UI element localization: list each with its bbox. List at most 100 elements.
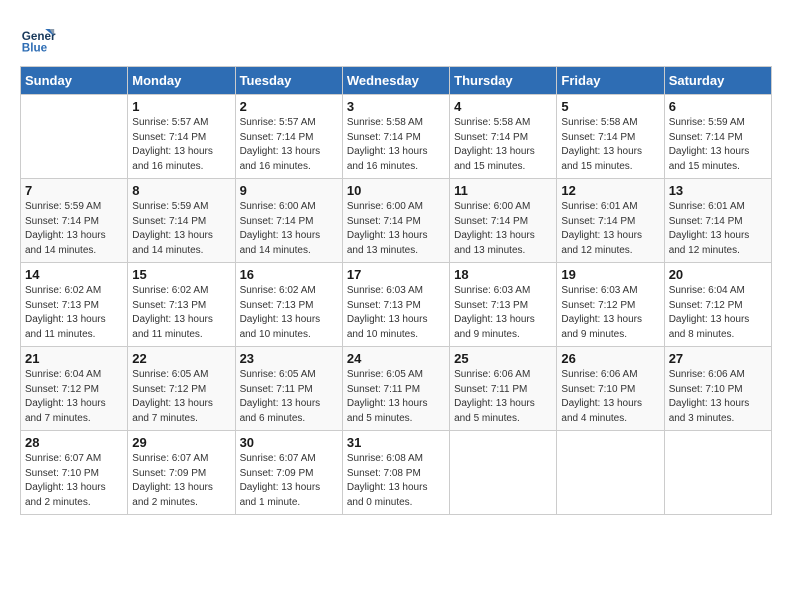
week-row-5: 28Sunrise: 6:07 AM Sunset: 7:10 PM Dayli… <box>21 431 772 515</box>
day-number: 13 <box>669 183 767 198</box>
day-number: 12 <box>561 183 659 198</box>
calendar-cell: 2 Sunrise: 5:57 AM Sunset: 7:14 PM Daylig… <box>235 95 342 179</box>
header-row: SundayMondayTuesdayWednesdayThursdayFrid… <box>21 67 772 95</box>
calendar-cell: 27Sunrise: 6:06 AM Sunset: 7:10 PM Dayli… <box>664 347 771 431</box>
calendar-cell: 26 Sunrise: 6:06 AM Sunset: 7:10 PM Dayli… <box>557 347 664 431</box>
col-header-sunday: Sunday <box>21 67 128 95</box>
calendar-cell: 3 Sunrise: 5:58 AM Sunset: 7:14 PM Daylig… <box>342 95 449 179</box>
day-number: 19 <box>561 267 659 282</box>
day-number: 17 <box>347 267 445 282</box>
day-number: 10 <box>347 183 445 198</box>
day-number: 25 <box>454 351 552 366</box>
calendar-table: SundayMondayTuesdayWednesdayThursdayFrid… <box>20 66 772 515</box>
calendar-cell: 8 Sunrise: 5:59 AM Sunset: 7:14 PM Daylig… <box>128 179 235 263</box>
calendar-cell: 19 Sunrise: 6:03 AM Sunset: 7:12 PM Dayli… <box>557 263 664 347</box>
calendar-cell: 30 Sunrise: 6:07 AM Sunset: 7:09 PM Dayli… <box>235 431 342 515</box>
day-info: Sunrise: 6:04 AM Sunset: 7:12 PM Dayligh… <box>669 284 767 342</box>
day-info: Sunrise: 6:05 AM Sunset: 7:11 PM Dayligh… <box>240 368 338 426</box>
calendar-cell: 22 Sunrise: 6:05 AM Sunset: 7:12 PM Dayli… <box>128 347 235 431</box>
week-row-4: 21 Sunrise: 6:04 AM Sunset: 7:12 PM Dayli… <box>21 347 772 431</box>
day-info: Sunrise: 6:00 AM Sunset: 7:14 PM Dayligh… <box>347 200 445 258</box>
day-number: 20 <box>669 267 767 282</box>
day-info: Sunrise: 5:57 AM Sunset: 7:14 PM Dayligh… <box>240 116 338 174</box>
calendar-cell: 16 Sunrise: 6:02 AM Sunset: 7:13 PM Dayli… <box>235 263 342 347</box>
day-info: Sunrise: 6:03 AM Sunset: 7:13 PM Dayligh… <box>347 284 445 342</box>
col-header-thursday: Thursday <box>450 67 557 95</box>
day-number: 11 <box>454 183 552 198</box>
day-number: 29 <box>132 435 230 450</box>
day-number: 31 <box>347 435 445 450</box>
day-info: Sunrise: 6:07 AM Sunset: 7:09 PM Dayligh… <box>240 452 338 510</box>
calendar-cell: 4 Sunrise: 5:58 AM Sunset: 7:14 PM Daylig… <box>450 95 557 179</box>
calendar-cell: 18 Sunrise: 6:03 AM Sunset: 7:13 PM Dayli… <box>450 263 557 347</box>
calendar-cell: 12 Sunrise: 6:01 AM Sunset: 7:14 PM Dayli… <box>557 179 664 263</box>
day-number: 16 <box>240 267 338 282</box>
day-info: Sunrise: 6:05 AM Sunset: 7:12 PM Dayligh… <box>132 368 230 426</box>
calendar-cell: 21 Sunrise: 6:04 AM Sunset: 7:12 PM Dayli… <box>21 347 128 431</box>
calendar-cell: 25Sunrise: 6:06 AM Sunset: 7:11 PM Dayli… <box>450 347 557 431</box>
day-number: 3 <box>347 99 445 114</box>
col-header-saturday: Saturday <box>664 67 771 95</box>
day-number: 18 <box>454 267 552 282</box>
day-number: 8 <box>132 183 230 198</box>
day-number: 14 <box>25 267 123 282</box>
calendar-cell <box>664 431 771 515</box>
page-header: General Blue <box>20 20 772 56</box>
day-info: Sunrise: 5:59 AM Sunset: 7:14 PM Dayligh… <box>25 200 123 258</box>
day-number: 6 <box>669 99 767 114</box>
day-info: Sunrise: 6:01 AM Sunset: 7:14 PM Dayligh… <box>669 200 767 258</box>
day-info: Sunrise: 5:58 AM Sunset: 7:14 PM Dayligh… <box>347 116 445 174</box>
day-number: 2 <box>240 99 338 114</box>
calendar-cell: 24Sunrise: 6:05 AM Sunset: 7:11 PM Dayli… <box>342 347 449 431</box>
day-info: Sunrise: 6:00 AM Sunset: 7:14 PM Dayligh… <box>454 200 552 258</box>
day-number: 9 <box>240 183 338 198</box>
day-info: Sunrise: 6:04 AM Sunset: 7:12 PM Dayligh… <box>25 368 123 426</box>
day-number: 1 <box>132 99 230 114</box>
calendar-cell: 1Sunrise: 5:57 AM Sunset: 7:14 PM Daylig… <box>128 95 235 179</box>
day-number: 21 <box>25 351 123 366</box>
day-number: 22 <box>132 351 230 366</box>
calendar-cell: 14Sunrise: 6:02 AM Sunset: 7:13 PM Dayli… <box>21 263 128 347</box>
day-info: Sunrise: 5:59 AM Sunset: 7:14 PM Dayligh… <box>669 116 767 174</box>
calendar-cell: 23 Sunrise: 6:05 AM Sunset: 7:11 PM Dayli… <box>235 347 342 431</box>
col-header-monday: Monday <box>128 67 235 95</box>
calendar-cell: 20 Sunrise: 6:04 AM Sunset: 7:12 PM Dayli… <box>664 263 771 347</box>
logo-icon: General Blue <box>20 20 56 56</box>
day-info: Sunrise: 6:00 AM Sunset: 7:14 PM Dayligh… <box>240 200 338 258</box>
calendar-cell: 6 Sunrise: 5:59 AM Sunset: 7:14 PM Daylig… <box>664 95 771 179</box>
day-number: 26 <box>561 351 659 366</box>
calendar-cell <box>557 431 664 515</box>
day-number: 30 <box>240 435 338 450</box>
day-info: Sunrise: 6:06 AM Sunset: 7:10 PM Dayligh… <box>561 368 659 426</box>
calendar-cell: 17 Sunrise: 6:03 AM Sunset: 7:13 PM Dayli… <box>342 263 449 347</box>
day-number: 15 <box>132 267 230 282</box>
week-row-3: 14 Sunrise: 6:02 AM Sunset: 7:13 PM Dayli… <box>21 263 772 347</box>
logo: General Blue <box>20 20 56 56</box>
day-info: Sunrise: 5:59 AM Sunset: 7:14 PM Dayligh… <box>132 200 230 258</box>
day-info: Sunrise: 6:02 AM Sunset: 7:13 PM Dayligh… <box>132 284 230 342</box>
calendar-cell: 5 Sunrise: 5:58 AM Sunset: 7:14 PM Daylig… <box>557 95 664 179</box>
day-number: 23 <box>240 351 338 366</box>
calendar-cell: 13 Sunrise: 6:01 AM Sunset: 7:14 PM Dayli… <box>664 179 771 263</box>
day-info: Sunrise: 5:58 AM Sunset: 7:14 PM Dayligh… <box>561 116 659 174</box>
svg-text:Blue: Blue <box>22 42 48 55</box>
week-row-1: 1 Sunrise: 5:57 AM Sunset: 7:14 PM Daylig… <box>21 95 772 179</box>
day-info: Sunrise: 6:01 AM Sunset: 7:14 PM Dayligh… <box>561 200 659 258</box>
day-info: Sunrise: 6:02 AM Sunset: 7:13 PM Dayligh… <box>240 284 338 342</box>
day-number: 5 <box>561 99 659 114</box>
day-info: Sunrise: 6:03 AM Sunset: 7:13 PM Dayligh… <box>454 284 552 342</box>
calendar-cell <box>21 95 128 179</box>
day-info: Sunrise: 6:08 AM Sunset: 7:08 PM Dayligh… <box>347 452 445 510</box>
col-header-tuesday: Tuesday <box>235 67 342 95</box>
day-number: 4 <box>454 99 552 114</box>
day-number: 28 <box>25 435 123 450</box>
day-number: 7 <box>25 183 123 198</box>
day-info: Sunrise: 5:58 AM Sunset: 7:14 PM Dayligh… <box>454 116 552 174</box>
calendar-cell <box>450 431 557 515</box>
calendar-cell: 31 Sunrise: 6:08 AM Sunset: 7:08 PM Dayli… <box>342 431 449 515</box>
day-info: Sunrise: 6:03 AM Sunset: 7:12 PM Dayligh… <box>561 284 659 342</box>
col-header-wednesday: Wednesday <box>342 67 449 95</box>
day-number: 24 <box>347 351 445 366</box>
calendar-cell: 7 Sunrise: 5:59 AM Sunset: 7:14 PM Daylig… <box>21 179 128 263</box>
calendar-cell: 11 Sunrise: 6:00 AM Sunset: 7:14 PM Dayli… <box>450 179 557 263</box>
